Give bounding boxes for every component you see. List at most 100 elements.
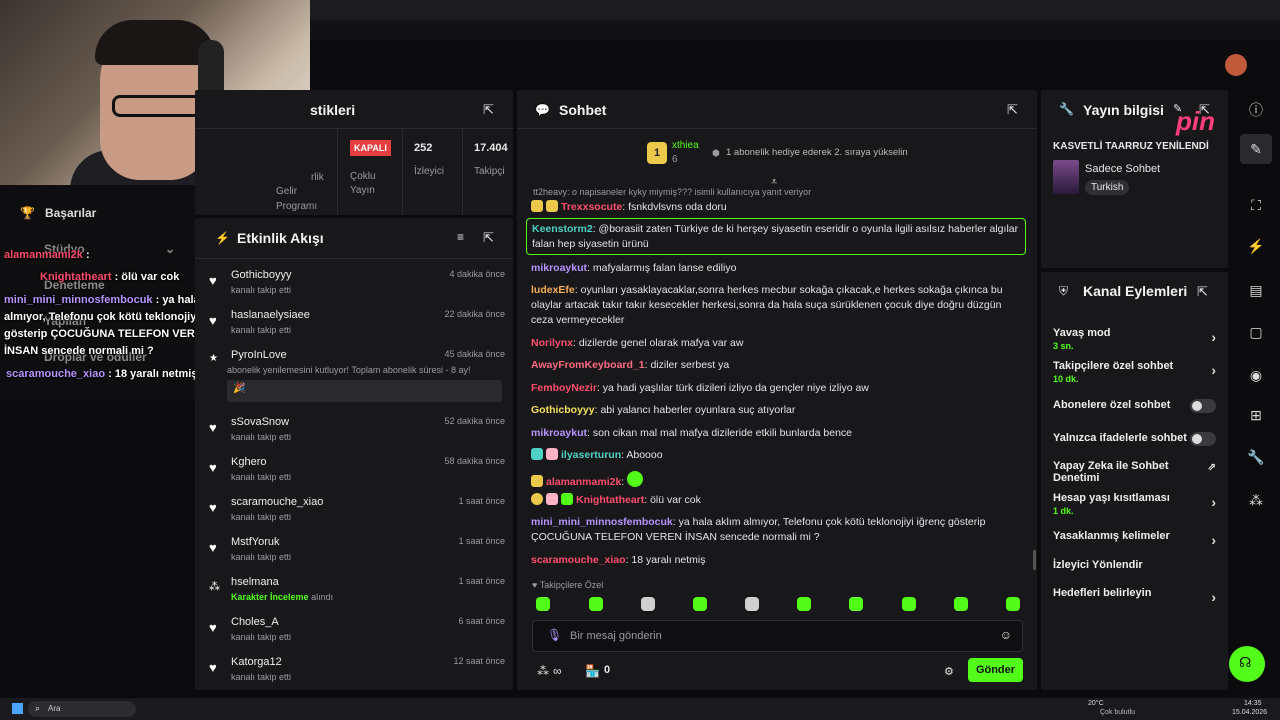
activity-user[interactable]: Gothicboyyy [231, 269, 292, 281]
chat-username[interactable]: scaramouche_xiao [531, 554, 626, 566]
chat-username[interactable]: Gothicboyyy [531, 404, 595, 416]
popout-icon[interactable]: ⇱ [483, 102, 494, 118]
gear-icon[interactable]: ⚙ [944, 665, 954, 678]
emote-icon[interactable] [745, 597, 759, 611]
kick-points-icon[interactable]: ⁂ [537, 664, 549, 678]
emote-icon[interactable] [1006, 597, 1020, 611]
chat-username[interactable]: ludexEfe [531, 284, 575, 296]
language-tag[interactable]: Turkish [1085, 180, 1130, 195]
wrench-icon[interactable]: 🔧 [1246, 447, 1266, 467]
external-link-icon: ⇗ [1207, 462, 1216, 473]
chat-username[interactable]: AwayFromKeyboard_1 [531, 359, 645, 371]
popout-icon[interactable]: ⇱ [483, 230, 494, 246]
chat-username[interactable]: mikroaykut [531, 262, 587, 274]
chat-username[interactable]: alamanmami2k [546, 476, 621, 488]
emote-icon[interactable] [693, 597, 707, 611]
document-icon[interactable]: ▤ [1246, 280, 1266, 300]
goals-row[interactable]: Hedefleri belirleyin › [1053, 587, 1218, 605]
popout-icon[interactable]: ⇱ [1007, 102, 1018, 118]
emote-icon[interactable] [536, 597, 550, 611]
category-name[interactable]: Sadece Sohbet [1085, 163, 1160, 175]
activity-desc: kanalı takip etti [231, 672, 292, 682]
sidebar-item-label: Başarılar [44, 206, 97, 220]
emotes-only-toggle[interactable] [1190, 432, 1216, 446]
chat-message: ilyaserturun: Aboooo [531, 448, 1027, 463]
account-age-row[interactable]: Hesap yaşı kısıtlaması 1 dk. › [1053, 492, 1218, 516]
store-icon[interactable]: 🏪 [585, 664, 600, 678]
subscribers-only-toggle[interactable] [1190, 399, 1216, 413]
chat-text: : diziler serbest ya [644, 359, 730, 371]
filter-icon[interactable]: ≡ [457, 230, 464, 244]
followers-only-row[interactable]: Takipçilere özel sohbet 10 dk. › [1053, 360, 1218, 384]
activity-user[interactable]: Katorga12 [231, 656, 282, 668]
weather-desc: Çok bulutlu [1100, 709, 1136, 716]
emote-icon[interactable] [849, 597, 863, 611]
layout-icon[interactable]: ⊞ [1246, 405, 1266, 425]
chat-text: : [621, 476, 625, 488]
chat-username[interactable]: FemboyNezir [531, 382, 597, 394]
chat-username[interactable]: Trexxsocute [561, 201, 622, 213]
broadcast-icon[interactable]: ◉ [1246, 365, 1266, 385]
chat-input-box[interactable]: 🎙 Bir mesaj gönderin ☺ [532, 620, 1023, 652]
sidebar-item-achievements[interactable]: 🏆 Başarılar [20, 206, 96, 220]
activity-user[interactable]: MstfYoruk [231, 536, 280, 548]
emote-icon[interactable] [641, 597, 655, 611]
gift-rank-badge: 1 [647, 142, 667, 164]
activity-user[interactable]: sSovaSnow [231, 416, 289, 428]
row-label: Yavaş mod [1053, 327, 1111, 339]
activity-user[interactable]: PyroInLove [231, 349, 287, 361]
headset-icon: ☊ [1239, 654, 1252, 670]
heart-icon: ♥ [209, 660, 217, 675]
chat-username[interactable]: mikroaykut [531, 427, 587, 439]
taskbar-search[interactable]: ⌕ Ara [28, 701, 136, 717]
app-header [310, 40, 1280, 88]
capture-icon[interactable]: ⛶ [1246, 195, 1266, 215]
viewers-label: İzleyici [414, 166, 445, 177]
emote-icon[interactable] [954, 597, 968, 611]
ai-moderation-row[interactable]: Yapay Zeka ile Sohbet Denetimi ⇗ [1053, 460, 1216, 484]
activity-user[interactable]: hselmana [231, 576, 279, 588]
chat-username[interactable]: ilyaserturun [561, 449, 621, 461]
chat-username[interactable]: Knightatheart [576, 494, 644, 506]
edit-icon[interactable]: ✎ [1246, 139, 1266, 159]
heart-icon: ♥ [209, 313, 217, 328]
overlay-chat-line: alamanmami2k : [4, 249, 90, 261]
emote-icon[interactable] [589, 597, 603, 611]
reward-name: Karakter İnceleme [231, 592, 309, 602]
gift-leader-user[interactable]: xthiea [672, 140, 699, 151]
emote-icon[interactable] [797, 597, 811, 611]
send-button[interactable]: Gönder [968, 658, 1023, 682]
avatar[interactable] [1225, 54, 1247, 76]
activity-time: 22 dakika önce [444, 309, 505, 319]
support-button[interactable]: ☊ [1229, 646, 1265, 682]
activity-user[interactable]: haslanaelysiaee [231, 309, 310, 321]
chat-input-placeholder[interactable]: Bir mesaj gönderin [570, 630, 662, 642]
chat-scrollbar[interactable] [1033, 550, 1036, 570]
raid-row[interactable]: İzleyici Yönlendir [1053, 559, 1218, 571]
chevron-right-icon: › [1211, 329, 1216, 345]
category-thumbnail[interactable] [1053, 160, 1079, 194]
panel-title: Etkinlik Akışı [237, 230, 324, 246]
info-icon[interactable]: ⓘ [1246, 100, 1266, 120]
emote-icon[interactable] [902, 597, 916, 611]
activity-user[interactable]: scaramouche_xiao [231, 496, 323, 508]
kick-points-icon[interactable]: ⁂ [1246, 490, 1266, 510]
microphone-icon[interactable]: 🎙 [547, 628, 562, 642]
chat-username[interactable]: mini_mini_minnosfembocuk [531, 516, 673, 528]
chat-icon[interactable]: ▢ [1246, 322, 1266, 342]
emoji-icon[interactable]: ☺ [1000, 628, 1012, 642]
activity-user[interactable]: Choles_A [231, 616, 279, 628]
popout-icon[interactable]: ⇱ [1197, 284, 1208, 300]
lightning-icon[interactable]: ⚡ [1246, 236, 1266, 256]
banned-words-row[interactable]: Yasaklanmış kelimeler › [1053, 530, 1218, 548]
gift-count: 6 [672, 154, 678, 165]
divider [195, 128, 513, 129]
overlay-username: mini_mini_minnosfembocuk [4, 294, 153, 306]
list-item: ♥ sSovaSnow kanalı takip etti 52 dakika önc… [207, 416, 505, 454]
slow-mode-row[interactable]: Yavaş mod 3 sn. › [1053, 327, 1218, 351]
chevron-down-icon: ⌄ [165, 242, 176, 256]
chat-username[interactable]: Keenstorm2 [532, 223, 593, 235]
windows-start-icon[interactable] [12, 703, 23, 714]
chat-username[interactable]: Norilynx [531, 337, 573, 349]
activity-user[interactable]: Kghero [231, 456, 266, 468]
